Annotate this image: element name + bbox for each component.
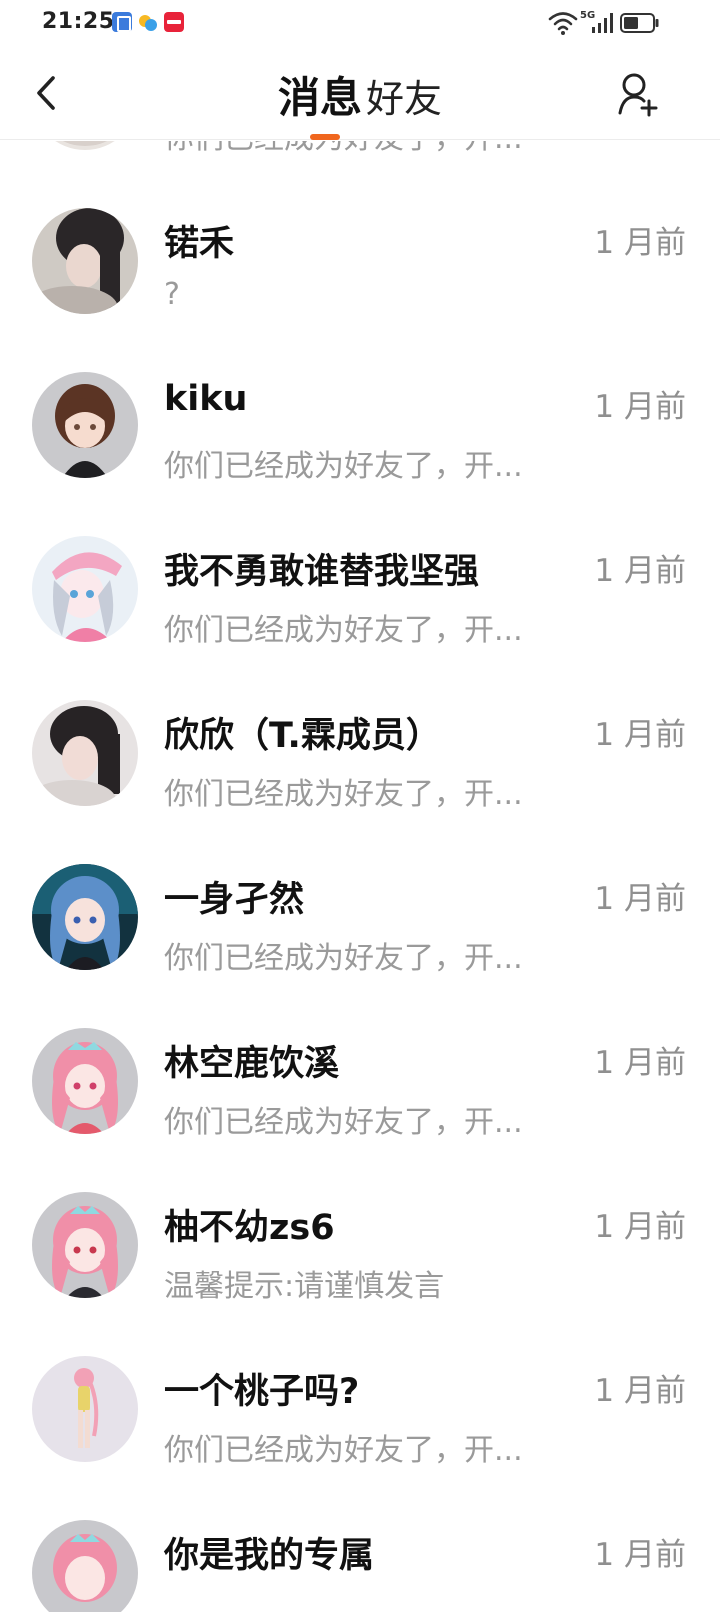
status-bar: 21:25 5G: [0, 0, 720, 48]
contacts-app-icon: [112, 12, 132, 32]
contact-name: 你是我的专属: [164, 1536, 375, 1576]
message-preview: 你们已经成为好友了，开...: [164, 1105, 523, 1140]
avatar: [32, 536, 138, 642]
message-preview: 温馨提示:请谨慎发言: [164, 1269, 445, 1304]
conversation-row[interactable]: kiku 1 月前 你们已经成为好友了，开...: [0, 351, 720, 515]
message-preview: 你们已经成为好友了，开...: [164, 449, 523, 484]
avatar: [32, 1028, 138, 1134]
avatar: [32, 1192, 138, 1298]
weather-app-icon: [138, 12, 158, 32]
app-header: 消息 好友: [0, 48, 720, 140]
status-time: 21:25: [42, 9, 115, 34]
contact-name: 一个桃子吗?: [164, 1372, 360, 1412]
conversation-row[interactable]: 锘禾 1 月前 ?: [0, 187, 720, 351]
avatar: [32, 1520, 138, 1612]
contact-name: kiku: [164, 379, 248, 419]
contact-name: 欣欣（T.霖成员）: [164, 716, 441, 756]
avatar: [32, 208, 138, 314]
contact-name: 我不勇敢谁替我坚强: [164, 552, 480, 592]
message-preview: ?: [164, 277, 180, 312]
conversation-list[interactable]: 你们已经成为好友了，开... 锘禾 1 月前 ? kiku 1 月前 你们已经成…: [0, 141, 720, 1612]
conversation-row[interactable]: 柚不幼zs6 1 月前 温馨提示:请谨慎发言: [0, 1171, 720, 1335]
contact-name: 林空鹿饮溪: [164, 1044, 340, 1084]
battery-icon: [620, 13, 659, 33]
tab-bar: 消息 好友: [0, 64, 720, 140]
conversation-row[interactable]: 你们已经成为好友了，开...: [0, 141, 720, 187]
tab-friends[interactable]: 好友: [364, 68, 444, 125]
message-time: 1 月前: [594, 1373, 686, 1409]
message-preview: 你们已经成为好友了，开...: [164, 777, 523, 812]
avatar: [32, 372, 138, 478]
message-time: 1 月前: [594, 881, 686, 917]
tab-messages[interactable]: 消息: [276, 64, 364, 140]
avatar: [32, 700, 138, 806]
conversation-row[interactable]: 你是我的专属 1 月前: [0, 1499, 720, 1612]
add-user-icon: [618, 73, 658, 117]
xiaohongshu-app-icon: [164, 12, 184, 32]
message-time: 1 月前: [594, 389, 686, 425]
tab-friends-label: 好友: [366, 77, 443, 121]
add-friend-button[interactable]: [614, 68, 664, 120]
signal-icon: [592, 13, 613, 33]
message-time: 1 月前: [594, 1209, 686, 1245]
conversation-row[interactable]: 我不勇敢谁替我坚强 1 月前 你们已经成为好友了，开...: [0, 515, 720, 679]
conversation-row[interactable]: 一身孑然 1 月前 你们已经成为好友了，开...: [0, 843, 720, 1007]
contact-name: 一身孑然: [164, 880, 305, 920]
active-tab-indicator: [309, 134, 340, 140]
message-time: 1 月前: [594, 225, 686, 261]
message-time: 1 月前: [594, 1045, 686, 1081]
conversation-row[interactable]: 林空鹿饮溪 1 月前 你们已经成为好友了，开...: [0, 1007, 720, 1171]
wifi-icon: [548, 12, 578, 35]
message-preview: 你们已经成为好友了，开...: [164, 941, 523, 976]
avatar: [32, 864, 138, 970]
contact-name: 锘禾: [164, 224, 235, 264]
message-time: 1 月前: [594, 553, 686, 589]
contact-name: 柚不幼zs6: [164, 1208, 335, 1248]
avatar: [32, 141, 138, 150]
conversation-row[interactable]: 一个桃子吗? 1 月前 你们已经成为好友了，开...: [0, 1335, 720, 1499]
message-time: 1 月前: [594, 717, 686, 753]
message-time: 1 月前: [594, 1537, 686, 1573]
message-preview: 你们已经成为好友了，开...: [164, 141, 523, 157]
tab-messages-label: 消息: [277, 73, 362, 122]
message-preview: 你们已经成为好友了，开...: [164, 1433, 523, 1468]
conversation-row[interactable]: 欣欣（T.霖成员） 1 月前 你们已经成为好友了，开...: [0, 679, 720, 843]
avatar: [32, 1356, 138, 1462]
message-preview: 你们已经成为好友了，开...: [164, 613, 523, 648]
